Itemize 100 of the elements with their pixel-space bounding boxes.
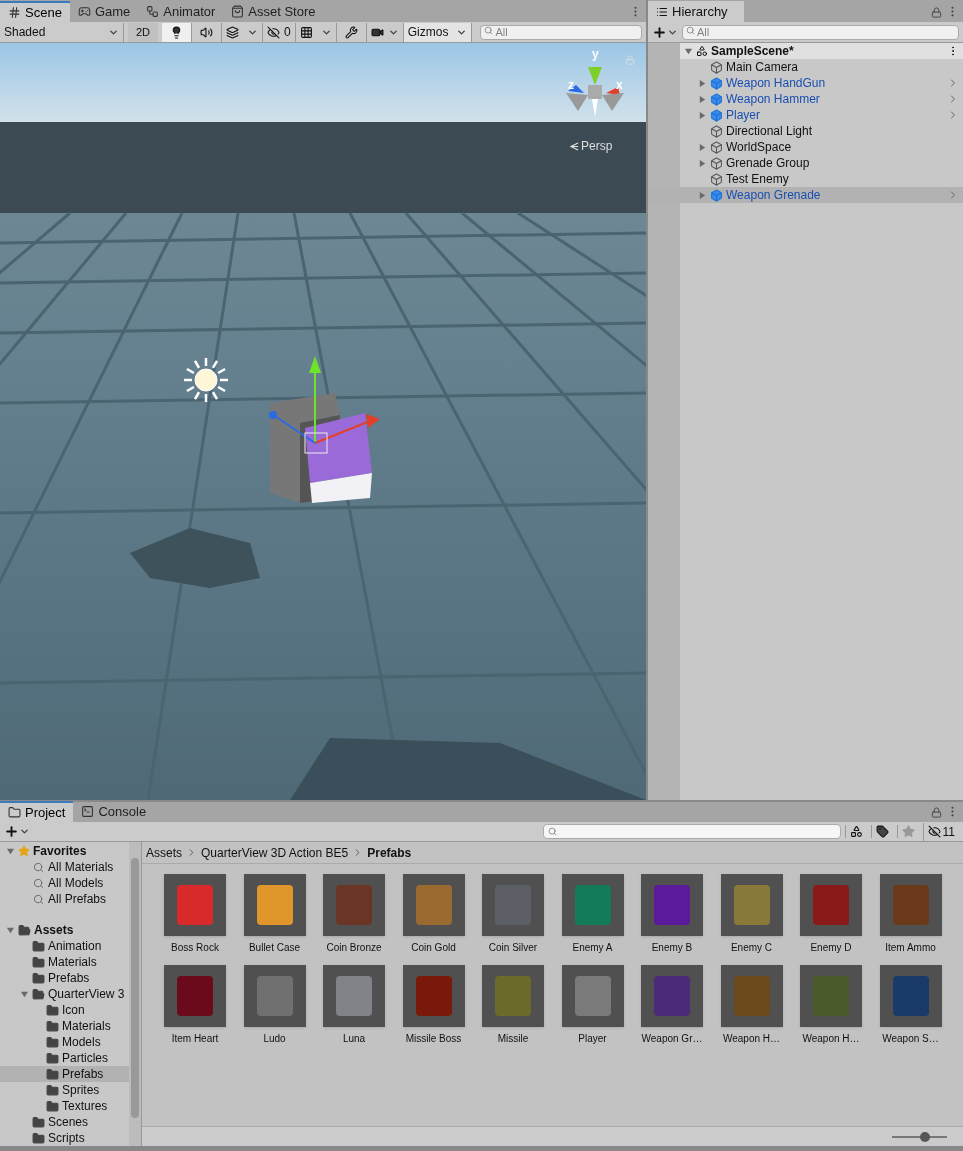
folder-tree-item[interactable]: Prefabs xyxy=(0,1066,129,1082)
prefab-thumbnail[interactable] xyxy=(561,874,624,936)
hierarchy-item[interactable]: Player xyxy=(648,107,963,123)
expanded-arrow-icon[interactable] xyxy=(6,846,15,856)
asset-name: Luna xyxy=(342,1032,366,1046)
grid-icon xyxy=(299,25,313,39)
gizmos-dropdown[interactable]: Gizmos xyxy=(403,22,473,42)
prefab-thumbnail[interactable] xyxy=(402,874,465,936)
add-dropdown[interactable] xyxy=(652,24,678,40)
prefab-thumbnail[interactable] xyxy=(482,874,544,936)
prefab-thumbnail[interactable] xyxy=(243,874,306,936)
prefab-thumbnail[interactable] xyxy=(879,874,942,936)
saved-search-item[interactable]: All Prefabs xyxy=(0,891,129,907)
folder-tree-item[interactable]: Particles xyxy=(0,1050,129,1066)
hidden-objects-toggle[interactable]: 0 xyxy=(263,22,296,42)
collapsed-arrow-icon[interactable] xyxy=(698,190,707,200)
prefab-thumbnail[interactable] xyxy=(482,965,544,1027)
folder-tree-item[interactable]: Scenes xyxy=(0,1114,129,1130)
axis-label: x xyxy=(616,79,623,91)
folder-icon xyxy=(18,923,31,937)
panel-tab[interactable]: Hierarchy xyxy=(648,1,744,22)
folder-icon xyxy=(32,955,45,969)
layers-icon xyxy=(226,25,240,39)
folder-icon xyxy=(32,971,45,985)
expanded-arrow-icon[interactable] xyxy=(684,46,693,56)
prefab-thumbnail[interactable] xyxy=(800,965,862,1027)
prefab-thumbnail[interactable] xyxy=(164,965,226,1027)
folder-tree-item[interactable]: Animation xyxy=(0,938,129,954)
breadcrumb-link[interactable]: Prefabs xyxy=(367,843,412,862)
lock-icon[interactable] xyxy=(931,7,942,18)
asset-name: Coin Silver xyxy=(488,941,538,955)
folder-icon xyxy=(46,1019,59,1033)
folder-tree-item[interactable]: Sprites xyxy=(0,1082,129,1098)
scene-row[interactable]: SampleScene* xyxy=(680,43,963,59)
prefab-thumbnail[interactable] xyxy=(323,965,385,1027)
lighting-toggle[interactable] xyxy=(162,22,193,42)
asset-name: Enemy B xyxy=(651,941,693,955)
folder-tree-item[interactable]: Models xyxy=(0,1034,129,1050)
panel-tab[interactable]: Project xyxy=(0,801,74,822)
saved-search-item[interactable]: All Materials xyxy=(0,859,129,875)
caret-icon xyxy=(19,826,30,837)
hierarchy-item[interactable]: Grenade Group xyxy=(648,155,963,171)
shading-dropdown[interactable]: Shaded xyxy=(0,22,124,42)
folder-tree-item[interactable]: QuarterView 3 xyxy=(0,986,129,1002)
panel-tab[interactable]: Scene xyxy=(0,1,70,22)
prefab-thumbnail[interactable] xyxy=(164,874,226,936)
projection-label[interactable]: Persp xyxy=(581,137,613,155)
hierarchy-item[interactable]: Weapon Hammer xyxy=(648,91,963,107)
folder-tree-item[interactable]: Textures xyxy=(0,1098,129,1114)
folder-tree-item[interactable]: Materials xyxy=(0,1018,129,1034)
asset-name: Item Ammo xyxy=(885,941,936,955)
folder-tree-item[interactable]: Scripts xyxy=(0,1130,129,1146)
plus-icon xyxy=(652,24,667,40)
assets-header[interactable]: Assets xyxy=(0,922,129,938)
add-dropdown[interactable] xyxy=(4,824,30,839)
prefab-thumbnail[interactable] xyxy=(879,965,942,1027)
hierarchy-item[interactable]: Weapon HandGun xyxy=(648,75,963,91)
prefab-thumbnail[interactable] xyxy=(243,965,306,1027)
prefab-thumbnail[interactable] xyxy=(561,965,624,1027)
search-field[interactable]: All xyxy=(682,24,959,40)
breadcrumb-link[interactable]: QuarterView 3D Action BE5 xyxy=(201,843,349,862)
slider-thumb[interactable] xyxy=(920,1131,930,1142)
tab-icon xyxy=(81,805,95,818)
2d-toggle[interactable]: 2D xyxy=(128,22,159,42)
panel-tab[interactable]: Animator xyxy=(138,1,224,22)
panel-tab[interactable]: Console xyxy=(73,801,155,822)
plus-icon xyxy=(4,824,19,839)
prefab-thumbnail[interactable] xyxy=(800,874,862,936)
prefab-thumbnail[interactable] xyxy=(323,874,385,936)
favorites-header[interactable]: Favorites xyxy=(0,843,129,859)
search-field[interactable]: All xyxy=(480,24,642,40)
hierarchy-item[interactable]: Test Enemy xyxy=(648,171,963,187)
search-field[interactable] xyxy=(542,824,841,839)
zoom-slider[interactable] xyxy=(892,1131,947,1142)
search-icon xyxy=(484,26,494,35)
star-icon xyxy=(18,845,30,857)
hierarchy-item[interactable]: WorldSpace xyxy=(648,139,963,155)
hierarchy-item[interactable]: Main Camera xyxy=(648,59,963,75)
folder-tree-item[interactable]: Icon xyxy=(0,1002,129,1018)
expanded-arrow-icon[interactable] xyxy=(6,925,15,935)
folder-icon xyxy=(46,1067,59,1081)
folder-tree-item[interactable]: Prefabs xyxy=(0,970,129,986)
eye-off-icon xyxy=(927,825,941,838)
folder-tree-item[interactable]: Materials xyxy=(0,954,129,970)
breadcrumb-link[interactable]: Assets xyxy=(146,843,182,862)
panel-tab[interactable]: Game xyxy=(69,1,139,22)
prefab-thumbnail[interactable] xyxy=(641,874,703,936)
hidden-packages-toggle[interactable]: 11 xyxy=(922,822,959,841)
hierarchy-item[interactable]: Directional Light xyxy=(648,123,963,139)
expanded-arrow-icon[interactable] xyxy=(20,989,29,999)
folder-icon xyxy=(46,1035,59,1049)
prefab-thumbnail[interactable] xyxy=(720,965,783,1027)
prefab-thumbnail[interactable] xyxy=(402,965,465,1027)
saved-search-item[interactable]: All Models xyxy=(0,875,129,891)
lock-icon[interactable] xyxy=(931,807,942,818)
prefab-thumbnail[interactable] xyxy=(641,965,703,1027)
prefab-thumbnail[interactable] xyxy=(720,874,783,936)
asset-name: Coin Gold xyxy=(411,941,456,955)
scrollbar[interactable] xyxy=(129,842,141,1146)
panel-tab[interactable]: Asset Store xyxy=(223,1,324,22)
